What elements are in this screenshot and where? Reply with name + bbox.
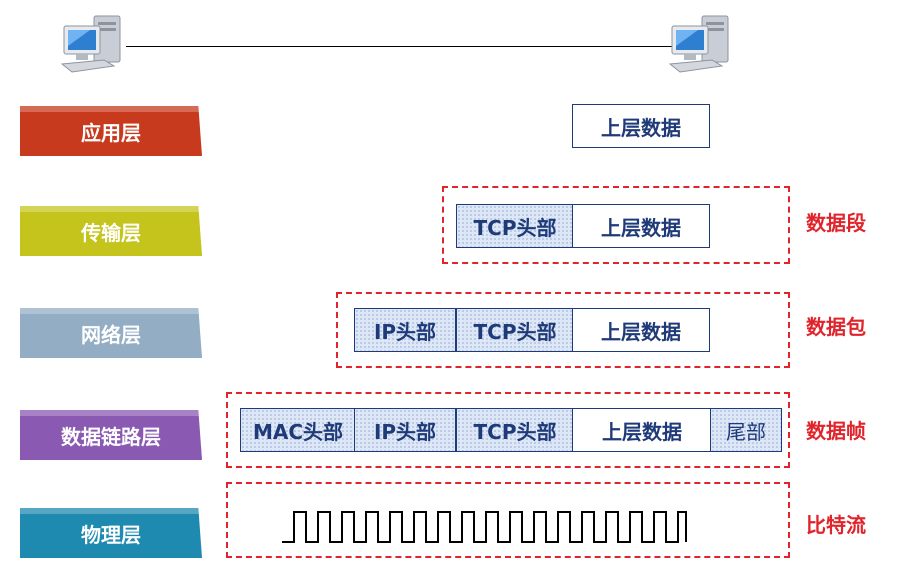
transport-tcp-header-cell: TCP头部 (456, 204, 574, 248)
layer-application-label: 应用层 (81, 120, 141, 145)
layer-transport: 传输层 (20, 206, 202, 256)
pdu-packet-label: 数据包 (806, 315, 866, 339)
host-computer-right-icon (668, 14, 734, 78)
layer-network-label: 网络层 (81, 322, 141, 347)
transport-upper-data-cell: 上层数据 (572, 204, 710, 248)
network-tcp-header-cell: TCP头部 (456, 308, 574, 352)
network-link-line (126, 46, 672, 47)
frame-upper-data-cell: 上层数据 (572, 408, 712, 452)
pdu-segment-label: 数据段 (806, 211, 866, 235)
layer-physical-label: 物理层 (81, 522, 141, 547)
pdu-frame-label: 数据帧 (806, 419, 866, 443)
frame-trailer-cell: 尾部 (710, 408, 782, 452)
layer-data-link-label: 数据链路层 (61, 424, 161, 449)
layer-transport-label: 传输层 (81, 220, 141, 245)
frame-tcp-header-cell: TCP头部 (456, 408, 574, 452)
host-computer-left-icon (60, 14, 126, 78)
layer-network: 网络层 (20, 308, 202, 358)
square-wave-icon (282, 508, 692, 552)
network-ip-header-cell: IP头部 (354, 308, 456, 352)
pdu-bitstream-label: 比特流 (806, 513, 866, 537)
app-upper-data-cell: 上层数据 (572, 104, 710, 148)
frame-mac-header-cell: MAC头部 (240, 408, 356, 452)
network-upper-data-cell: 上层数据 (572, 308, 710, 352)
layer-application: 应用层 (20, 106, 202, 156)
frame-ip-header-cell: IP头部 (354, 408, 456, 452)
layer-data-link: 数据链路层 (20, 410, 202, 460)
layer-physical: 物理层 (20, 508, 202, 558)
